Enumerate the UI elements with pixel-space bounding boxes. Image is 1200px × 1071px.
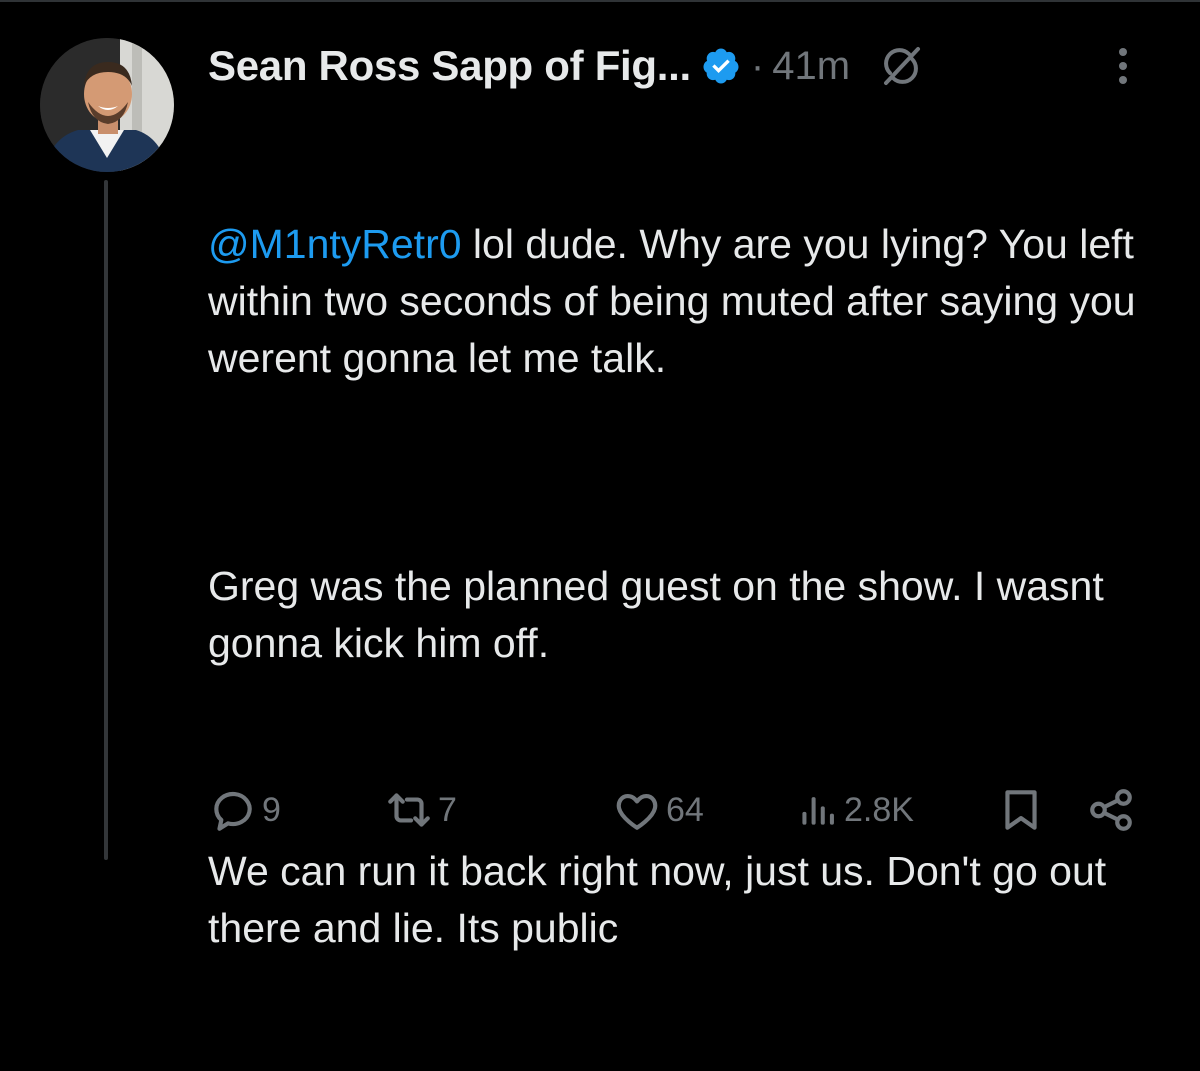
verified-badge-icon	[701, 46, 741, 86]
tweet-body: @M1ntyRetr0 lol dude. Why are you lying?…	[208, 102, 1168, 1071]
tweet-paragraph-1: @M1ntyRetr0 lol dude. Why are you lying?…	[208, 216, 1168, 387]
tweet-paragraph-2: Greg was the planned guest on the show. …	[208, 563, 1116, 666]
like-count: 64	[666, 790, 704, 829]
repost-icon	[384, 785, 434, 835]
tweet-paragraph-3: We can run it back right now, just us. D…	[208, 848, 1118, 951]
reply-count: 9	[262, 790, 281, 829]
tweet-header: Sean Ross Sapp of Fig... · 41m	[208, 36, 1168, 96]
repost-count: 7	[438, 790, 457, 829]
like-button[interactable]: 64	[612, 780, 704, 840]
mention-link[interactable]: @M1ntyRetr0	[208, 221, 462, 267]
views-button[interactable]: 2.8K	[796, 780, 914, 840]
more-vertical-icon[interactable]	[1108, 41, 1138, 91]
reply-button[interactable]: 9	[208, 780, 281, 840]
avatar[interactable]	[40, 38, 174, 172]
timestamp[interactable]: 41m	[772, 44, 850, 89]
author-name[interactable]: Sean Ross Sapp of Fig...	[208, 42, 691, 90]
tweet[interactable]: Sean Ross Sapp of Fig... · 41m @M1ntyRet…	[0, 0, 1200, 951]
bookmark-button[interactable]	[996, 780, 1046, 840]
share-button[interactable]	[1086, 780, 1136, 840]
bookmark-icon	[996, 785, 1046, 835]
separator-dot: ·	[750, 43, 765, 88]
views-icon	[796, 785, 840, 835]
grok-icon[interactable]	[876, 41, 926, 91]
reply-icon	[208, 785, 258, 835]
action-bar: 9 7 64 2.8K	[208, 780, 1148, 840]
heart-icon	[612, 785, 662, 835]
repost-button[interactable]: 7	[384, 780, 457, 840]
share-icon	[1086, 785, 1136, 835]
views-count: 2.8K	[844, 790, 914, 829]
thread-line	[104, 180, 108, 860]
